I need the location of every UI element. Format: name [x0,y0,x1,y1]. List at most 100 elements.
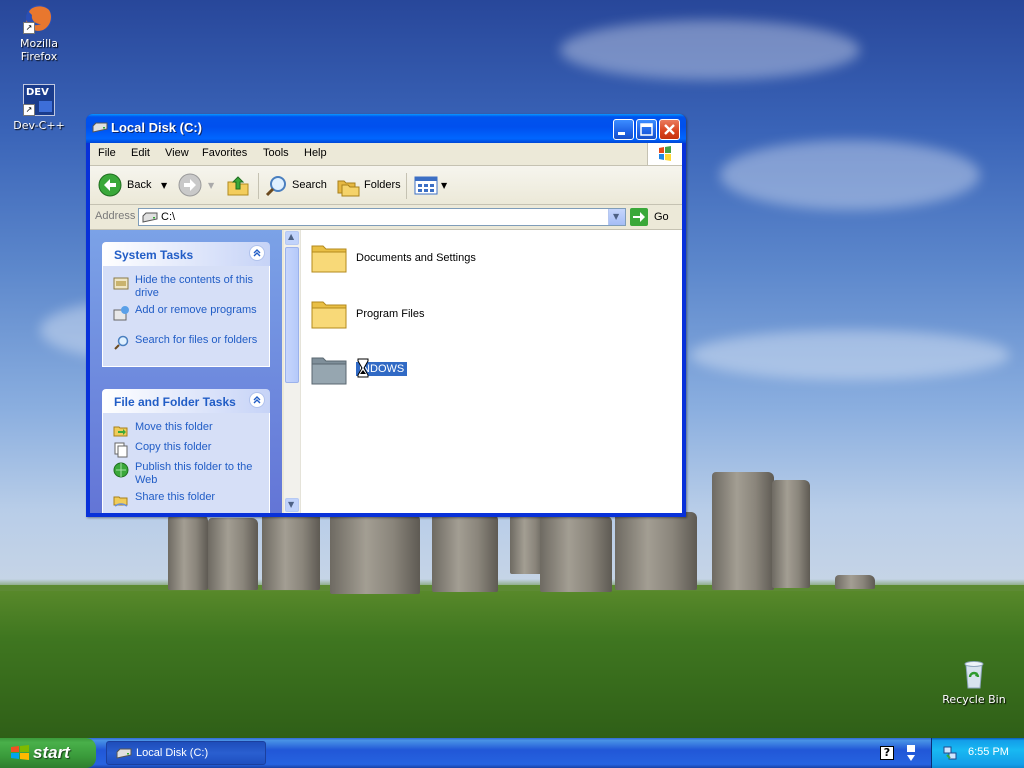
wallpaper-stone [432,514,498,592]
window-title: Local Disk (C:) [111,120,203,135]
task-label: Search for files or folders [135,334,258,346]
wallpaper-stone [262,512,320,590]
recycle-bin-icon [958,658,990,690]
windows-logo-icon [647,143,682,165]
menu-edit[interactable]: Edit [131,147,150,159]
views-grid-icon [414,176,438,195]
menu-favorites[interactable]: Favorites [202,147,247,159]
chevron-down-icon: ▼ [441,181,448,190]
system-tasks-header[interactable]: System Tasks [102,242,270,266]
search-icon [265,176,286,197]
wallpaper-stone [540,516,612,592]
task-label: Hide the contents of this drive [135,274,254,299]
views-button[interactable]: ▼ [414,175,450,197]
wallpaper-stone [168,515,208,590]
window-titlebar[interactable]: Local Disk (C:) [86,114,686,143]
wallpaper-grass [0,579,1024,738]
collapse-chevron-icon[interactable] [249,392,265,408]
folder-item[interactable]: Program Files [310,296,610,336]
close-button[interactable] [659,119,680,140]
address-bar: Address C:\ ▼ Go [90,205,682,230]
folders-button[interactable]: Folders [336,173,402,199]
task-add-remove-programs[interactable]: Add or remove programs [113,304,261,330]
taskbar-item-label: Local Disk (C:) [136,747,209,759]
dev-badge-text: DEV [26,87,49,98]
scroll-thumb[interactable] [285,247,299,383]
close-icon [664,124,675,135]
network-icon[interactable] [941,744,959,762]
task-move-folder[interactable]: Move this folder [113,421,261,437]
taskbar-item-local-disk[interactable]: Local Disk (C:) [106,741,266,765]
task-publish-web[interactable]: Publish this folder to the Web [113,461,261,487]
clock[interactable]: 6:55 PM [968,746,1009,758]
menu-help[interactable]: Help [304,147,327,159]
desktop-icon-recycle-bin[interactable]: Recycle Bin [936,658,1012,706]
vertical-scrollbar[interactable]: ▲ ▼ [284,230,301,513]
chevron-up-icon: ▲ [288,232,295,241]
go-arrow-icon [630,208,648,226]
desktop-icon-label: Recycle Bin [942,693,1006,706]
publish-web-icon [113,462,129,478]
scroll-up-button[interactable]: ▲ [285,231,299,245]
system-tray: 6:55 PM [931,738,1024,768]
drive-icon [142,212,158,223]
file-list-pane[interactable]: ▲ ▼ Documents and Settings Program Files… [284,230,682,513]
task-pane: System Tasks Hide the contents of this d… [90,230,282,513]
wallpaper-stone [330,514,420,594]
desktop-icon-dev-cpp[interactable]: DEV ↗ Dev-C++ [1,84,77,132]
system-tasks-panel: System Tasks Hide the contents of this d… [102,242,270,367]
address-dropdown-button[interactable]: ▼ [608,209,625,225]
menu-tools[interactable]: Tools [263,147,289,159]
task-copy-folder[interactable]: Copy this folder [113,441,261,458]
chevron-down-icon[interactable]: ▼ [161,181,167,190]
menu-view[interactable]: View [165,147,189,159]
task-hide-contents[interactable]: Hide the contents of this drive [113,274,261,300]
desktop-icon-firefox[interactable]: ↗ Mozilla Firefox [1,2,77,63]
task-search-files[interactable]: Search for files or folders [113,334,261,360]
address-value: C:\ [161,211,176,223]
folder-item[interactable]: INDOWS [310,352,610,392]
menu-file[interactable]: File [98,147,116,159]
task-label: Copy this folder [135,441,212,453]
drive-icon [116,748,132,759]
folder-item[interactable]: Documents and Settings [310,240,610,280]
keyboard-language-icon[interactable] [904,743,918,763]
go-label: Go [654,211,669,223]
address-input[interactable]: C:\ ▼ [138,208,626,226]
desktop-icon-label: Mozilla Firefox [20,37,58,63]
folder-name: Documents and Settings [356,252,476,264]
folder-name: Program Files [356,308,425,320]
hide-contents-icon [113,277,129,290]
folders-label: Folders [364,179,401,191]
file-folder-tasks-header[interactable]: File and Folder Tasks [102,389,270,413]
wallpaper-stone [615,512,697,590]
file-folder-tasks-body: Move this folder Copy this folder Publis… [102,413,270,513]
maximize-icon [640,123,653,136]
up-folder-button[interactable] [226,174,250,198]
folder-icon [311,357,347,385]
desktop-icon-label: Dev-C++ [13,119,65,132]
wallpaper-stone [835,575,875,589]
scroll-down-button[interactable]: ▼ [285,498,299,512]
drive-icon [92,122,108,133]
go-button[interactable]: Go [630,208,676,226]
start-button[interactable]: start [0,738,96,768]
help-icon[interactable]: ? [880,746,894,760]
wallpaper-stone [208,518,258,590]
system-tasks-title: System Tasks [114,248,194,262]
copy-folder-icon [114,442,128,458]
task-share-folder[interactable]: Share this folder [113,491,261,507]
chevron-down-icon: ▼ [288,500,295,509]
task-label: Publish this folder to the Web [135,461,253,486]
explorer-window[interactable]: Local Disk (C:) File Edit View Favorites… [86,114,686,517]
up-folder-icon [227,176,249,196]
forward-button[interactable]: ▼ [178,173,218,199]
taskbar: start Local Disk (C:) ? 6:55 PM [0,738,1024,768]
minimize-button[interactable] [613,119,634,140]
back-label: Back [127,179,152,191]
collapse-chevron-icon[interactable] [249,245,265,261]
back-button[interactable]: Back ▼ [98,173,168,199]
window-client: File Edit View Favorites Tools Help Back… [90,143,682,513]
maximize-button[interactable] [636,119,657,140]
search-button[interactable]: Search [264,173,330,199]
